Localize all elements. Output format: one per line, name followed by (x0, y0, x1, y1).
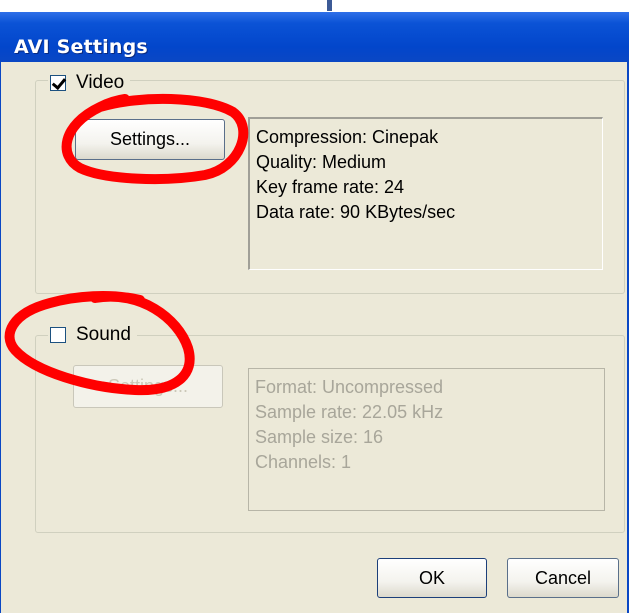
video-settings-label: Settings... (109, 129, 191, 149)
sound-format: Format: Uncompressed (255, 377, 444, 397)
sound-settings-button[interactable]: Settings... (73, 365, 223, 408)
ok-label: OK (418, 567, 445, 588)
sound-checkbox[interactable] (50, 327, 66, 343)
video-checkbox[interactable] (50, 75, 66, 91)
video-legend: Video (48, 72, 131, 94)
video-quality: Quality: Medium (256, 152, 387, 172)
sound-info-panel: Format: Uncompressed Sample rate: 22.05 … (248, 368, 605, 511)
dialog-body: Video Settings... Compression: Cinepak Q… (0, 62, 629, 613)
sound-channels: Channels: 1 (255, 452, 352, 472)
video-data-rate: Data rate: 90 KBytes/sec (256, 202, 456, 222)
video-label: Video (76, 72, 125, 93)
video-info-panel: Compression: Cinepak Quality: Medium Key… (248, 117, 603, 270)
cancel-label: Cancel (534, 567, 592, 588)
background-window-fragment (327, 0, 332, 11)
window-title: AVI Settings (14, 36, 148, 58)
sound-legend: Sound (48, 324, 137, 346)
sound-sample-rate: Sample rate: 22.05 kHz (255, 402, 444, 422)
title-bar[interactable]: AVI Settings (0, 12, 629, 62)
cancel-button[interactable]: Cancel (507, 558, 619, 598)
sound-sample-size: Sample size: 16 (255, 427, 384, 447)
sound-label: Sound (76, 324, 131, 345)
sound-settings-label: Settings... (107, 376, 189, 396)
background-strip (0, 0, 629, 12)
video-settings-button[interactable]: Settings... (75, 119, 225, 160)
video-compression: Compression: Cinepak (256, 127, 439, 147)
ok-button[interactable]: OK (377, 558, 487, 598)
video-key-frame-rate: Key frame rate: 24 (256, 177, 405, 197)
